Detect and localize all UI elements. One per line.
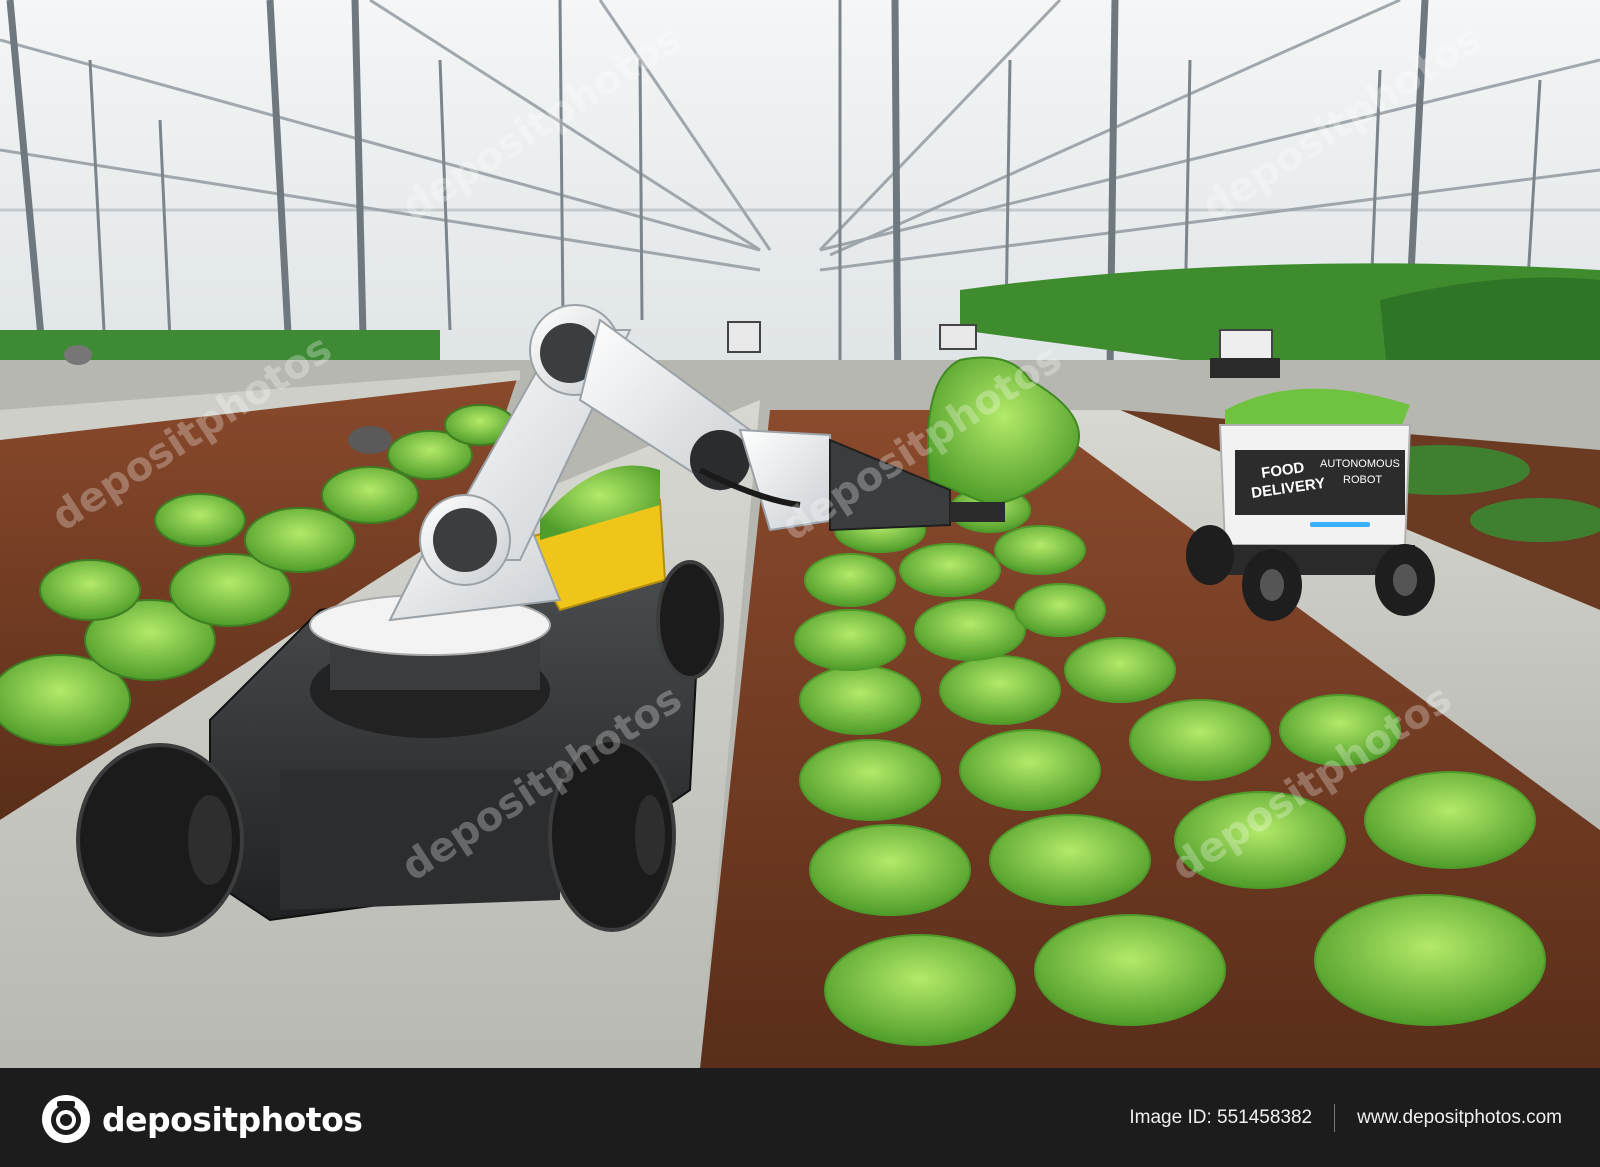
robot-label-autonomous: AUTONOMOUS: [1320, 458, 1400, 470]
stock-photo: FOOD DELIVERY AUTONOMOUS ROBOT depositph…: [0, 0, 1600, 1068]
greenhouse-scene: FOOD DELIVERY AUTONOMOUS ROBOT: [0, 0, 1600, 1068]
image-id-label: Image ID: 551458382: [1129, 1107, 1313, 1128]
brand-logo[interactable]: depositphotos: [40, 1094, 363, 1144]
site-url-link[interactable]: www.depositphotos.com: [1357, 1107, 1562, 1129]
footer-bar: depositphotos Image ID: 551458382 www.de…: [0, 1068, 1600, 1167]
brand-name: depositphotos: [102, 1099, 363, 1139]
image-meta: Image ID: 551458382 www.depositphotos.co…: [1129, 1104, 1562, 1132]
robot-label-robot: ROBOT: [1343, 474, 1382, 486]
meta-divider: [1334, 1104, 1336, 1132]
camera-icon: [42, 1095, 90, 1143]
